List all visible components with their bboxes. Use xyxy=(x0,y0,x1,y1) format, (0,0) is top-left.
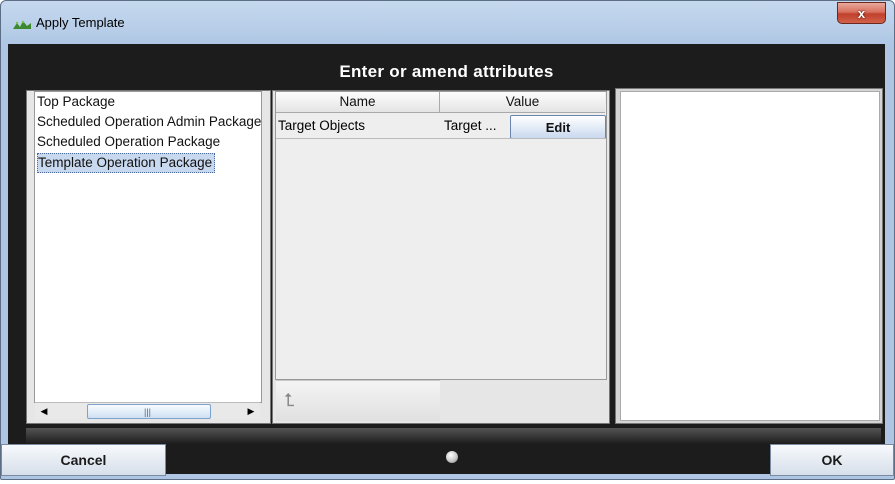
edit-button[interactable]: Edit xyxy=(510,115,606,139)
reflection-strip xyxy=(26,428,881,444)
app-logo-icon xyxy=(13,20,31,29)
row-divider xyxy=(276,138,606,139)
list-item[interactable]: Top Package xyxy=(37,93,115,111)
grip-icon: ||| xyxy=(144,407,152,417)
horizontal-scrollbar[interactable]: ◀ ||| ▶ xyxy=(35,402,260,419)
table-cell-value[interactable]: Target ... xyxy=(444,114,508,138)
attributes-table: Name Value Target Objects Target ... Edi… xyxy=(275,91,607,380)
package-list[interactable]: Top Package Scheduled Operation Admin Pa… xyxy=(34,91,262,403)
page-title: Enter or amend attributes xyxy=(339,62,554,81)
ok-button[interactable]: OK xyxy=(770,444,894,476)
status-indicator-icon xyxy=(446,451,458,463)
scroll-thumb[interactable]: ||| xyxy=(87,404,211,419)
scroll-right-icon[interactable]: ▶ xyxy=(243,404,259,418)
window-title: Apply Template xyxy=(36,15,125,30)
list-item-selected[interactable]: Template Operation Package xyxy=(37,153,216,173)
table-cell-name[interactable]: Target Objects xyxy=(278,114,438,138)
column-header-value[interactable]: Value xyxy=(440,92,605,113)
list-item[interactable]: Scheduled Operation Package xyxy=(37,133,220,151)
move-up-button[interactable]: ⮤ xyxy=(276,380,440,421)
scroll-left-icon[interactable]: ◀ xyxy=(36,404,52,418)
description-area[interactable] xyxy=(620,91,880,421)
column-header-name[interactable]: Name xyxy=(276,92,440,113)
cancel-button[interactable]: Cancel xyxy=(1,444,166,476)
close-button[interactable]: x xyxy=(837,2,886,24)
title-bar[interactable]: Apply Template x xyxy=(1,1,894,45)
up-arrow-icon: ⮤ xyxy=(284,390,295,410)
close-icon: x xyxy=(857,5,866,21)
list-item[interactable]: Scheduled Operation Admin Package xyxy=(37,113,261,131)
